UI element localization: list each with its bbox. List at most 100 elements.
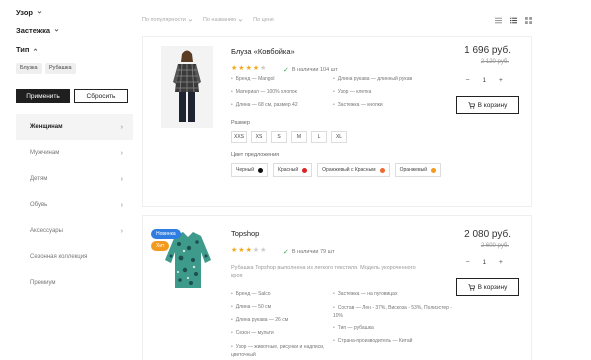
sort-popularity[interactable]: По популярности — [142, 17, 193, 23]
prop-item: Узор — клетка — [333, 86, 412, 99]
star-icon: ★ — [260, 247, 267, 254]
chevron-right-icon: › — [120, 123, 123, 131]
cart-label: В корзину — [477, 283, 508, 291]
cart-icon — [468, 101, 475, 109]
rating-stars: ★ ★ ★ ★ ★ — [231, 246, 266, 254]
color-name: Черный — [236, 167, 255, 173]
add-to-cart-button[interactable]: В корзину — [456, 96, 519, 114]
product-name[interactable]: Topshop — [231, 229, 259, 238]
size-option[interactable]: M — [291, 131, 307, 143]
chevron-down-icon — [37, 11, 42, 14]
product-card: Блуза «Ковбойка» ★ ★ ★ ★ ★ ✓ В наличии 104 ш… — [142, 36, 532, 207]
tag-shirt[interactable]: Рубашка — [45, 63, 76, 74]
color-swatch — [431, 167, 436, 173]
view-toggle — [495, 17, 532, 24]
chevron-right-icon: › — [120, 149, 123, 157]
rating-stars: ★ ★ ★ ★ ★ — [231, 64, 266, 72]
product-image[interactable] — [161, 46, 213, 128]
size-option[interactable]: XXS — [231, 131, 247, 143]
plus-button[interactable]: + — [499, 77, 503, 84]
prop-item: Застежка — на пуговицах — [333, 288, 453, 301]
category-item-kids[interactable]: Детям › — [16, 166, 133, 192]
product-image[interactable] — [161, 230, 215, 292]
prop-item: Страна-производитель — Китай — [333, 335, 453, 348]
list-view-icon[interactable] — [495, 17, 502, 24]
stock-text: В наличии 104 шт — [291, 67, 338, 73]
category-label: Аксессуары — [30, 228, 63, 234]
stock-text: В наличии 79 шт — [291, 249, 335, 255]
size-options: XXS XS S M L XL — [231, 131, 347, 143]
add-to-cart-button[interactable]: В корзину — [456, 278, 519, 296]
sort-price-label: По цене — [253, 17, 274, 23]
size-option[interactable]: L — [311, 131, 327, 143]
quantity-value[interactable]: 1 — [483, 78, 486, 84]
detailed-list-icon[interactable] — [510, 17, 517, 24]
category-item-seasonal[interactable]: Сезонная коллекция — [16, 244, 133, 270]
star-icon: ★ — [245, 65, 252, 72]
filter-type[interactable]: Тип — [16, 45, 38, 54]
category-item-accessories[interactable]: Аксессуары › — [16, 218, 133, 244]
filter-clasp-label: Застежка — [16, 26, 51, 35]
quantity-stepper: − 1 + — [465, 77, 503, 84]
old-price: 2 120 руб. — [480, 59, 509, 65]
size-option[interactable]: XS — [251, 131, 267, 143]
prop-item: Длина рукава — 26 см — [231, 314, 326, 327]
filter-clasp[interactable]: Застежка — [16, 26, 59, 35]
plus-button[interactable]: + — [499, 259, 503, 266]
size-option[interactable]: S — [271, 131, 287, 143]
filter-type-label: Тип — [16, 45, 30, 54]
minus-button[interactable]: − — [465, 77, 469, 84]
category-item-shoes[interactable]: Обувь › — [16, 192, 133, 218]
check-icon: ✓ — [283, 249, 289, 256]
grid-view-icon[interactable] — [525, 17, 532, 24]
color-option-orange[interactable]: Оранжевый — [394, 163, 441, 177]
color-option-red[interactable]: Красный — [273, 163, 313, 177]
color-options: Черный Красный Оранжевый с Красным Оранж… — [231, 163, 451, 177]
sort-price[interactable]: По цене — [253, 17, 274, 23]
filter-pattern[interactable]: Узор — [16, 8, 42, 17]
chevron-down-icon — [238, 18, 243, 22]
product-name[interactable]: Блуза «Ковбойка» — [231, 47, 295, 56]
sort-name[interactable]: По названию — [203, 17, 243, 23]
chevron-right-icon: › — [120, 227, 123, 235]
category-item-women[interactable]: Женщинам › — [16, 114, 133, 140]
minus-button[interactable]: − — [465, 259, 469, 266]
apply-button[interactable]: Применить — [16, 89, 70, 103]
color-name: Оранжевый — [399, 167, 427, 173]
prop-item: Бренд — Mangol — [231, 73, 298, 86]
size-option[interactable]: XL — [331, 131, 347, 143]
badge-new: Новинка — [151, 229, 181, 239]
color-option-black[interactable]: Черный — [231, 163, 269, 177]
price: 2 080 руб. — [464, 229, 511, 240]
color-swatch — [379, 167, 385, 173]
category-label: Премиум — [30, 280, 56, 286]
prop-item: Состав — Лен - 37%, Вискоза - 53%, Полиэ… — [333, 304, 453, 320]
category-item-men[interactable]: Мужчинам › — [16, 140, 133, 166]
chevron-down-icon — [54, 29, 59, 32]
star-icon: ★ — [238, 247, 245, 254]
prop-item: Тип — рубашка — [333, 322, 453, 335]
chevron-down-icon — [188, 18, 193, 22]
props-right: Застежка — на пуговицах Состав — Лен - 3… — [333, 288, 453, 348]
tag-blouse[interactable]: Блузка — [16, 63, 42, 74]
reset-button[interactable]: Сбросить — [74, 89, 128, 103]
prop-item: Длина рукава — длинный рукав — [333, 73, 412, 86]
prop-item: Бренд — Salco — [231, 288, 326, 301]
badge-hit: Хит — [151, 241, 170, 251]
category-label: Обувь — [30, 202, 48, 208]
filter-pattern-label: Узор — [16, 8, 33, 17]
color-name: Красный — [278, 167, 299, 173]
color-option-orange-red[interactable]: Оранжевый с Красным — [317, 163, 390, 177]
category-label: Сезонная коллекция — [30, 254, 88, 260]
category-item-premium[interactable]: Премиум — [16, 270, 133, 296]
chevron-up-icon — [34, 48, 38, 51]
star-icon: ★ — [252, 247, 260, 254]
star-icon: ★ — [260, 65, 267, 72]
quantity-value[interactable]: 1 — [483, 260, 486, 266]
category-list: Женщинам › Мужчинам › Детям › Обувь › Ак… — [16, 114, 133, 296]
quantity-stepper: − 1 + — [465, 259, 503, 266]
sort-name-label: По названию — [202, 17, 237, 23]
category-label: Женщинам — [30, 124, 63, 130]
product-description: Рубашка Topshop выполнена из легкого тек… — [231, 265, 416, 279]
chevron-right-icon: › — [120, 175, 123, 183]
